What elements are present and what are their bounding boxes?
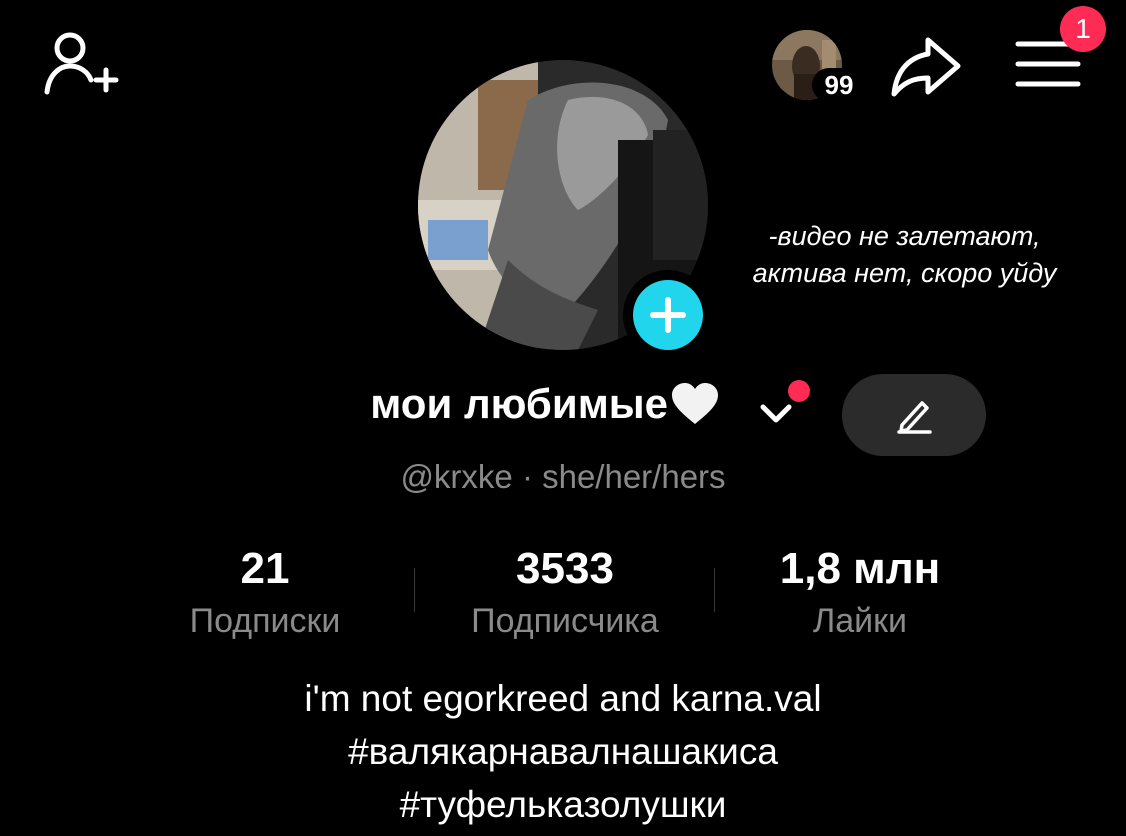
stat-followers[interactable]: 3533 Подписчика <box>430 543 700 643</box>
stat-value: 1,8 млн <box>779 544 941 593</box>
stat-following[interactable]: 21 Подписки <box>140 543 390 643</box>
share-button[interactable] <box>888 32 964 102</box>
overlay-caption-line: -видео не залетают, <box>768 221 1041 251</box>
profile-name: мои любимые <box>300 380 720 428</box>
bio-line[interactable]: #туфельказолушки <box>0 778 1126 831</box>
story-count-badge: 99 <box>812 68 866 102</box>
stat-value: 3533 <box>516 544 614 593</box>
overlay-caption: -видео не залетают, актива нет, скоро уй… <box>712 218 1097 292</box>
plus-icon <box>633 280 703 350</box>
edit-profile-button[interactable] <box>842 374 986 456</box>
add-person-icon <box>44 32 119 95</box>
notification-badge: 1 <box>1060 6 1106 52</box>
username-pronouns: @krxke · she/her/hers <box>400 458 726 495</box>
overlay-caption-line: актива нет, скоро уйду <box>752 258 1057 288</box>
add-friend-button[interactable] <box>40 30 120 100</box>
stat-value: 21 <box>240 544 290 593</box>
stat-likes[interactable]: 1,8 млн Лайки <box>740 543 980 643</box>
notification-dot <box>788 380 810 402</box>
white-heart-icon <box>670 382 720 426</box>
add-avatar-button[interactable] <box>623 270 713 360</box>
profile-name-text: мои любимые <box>370 380 668 427</box>
account-switch-chevron[interactable] <box>757 398 795 428</box>
stat-label: Подписки <box>189 602 341 640</box>
pencil-icon <box>897 401 932 434</box>
profile-bio: i'm not egorkreed and karna.val #валякар… <box>0 672 1126 831</box>
bio-line[interactable]: #валякарнавалнашакиса <box>0 725 1126 778</box>
stat-label: Подписчика <box>471 602 659 640</box>
share-arrow-icon <box>891 37 961 97</box>
stat-divider <box>414 568 415 612</box>
stat-label: Лайки <box>812 602 908 640</box>
stat-divider <box>714 568 715 612</box>
chevron-down-icon <box>760 404 792 423</box>
bio-line: i'm not egorkreed and karna.val <box>304 678 822 719</box>
